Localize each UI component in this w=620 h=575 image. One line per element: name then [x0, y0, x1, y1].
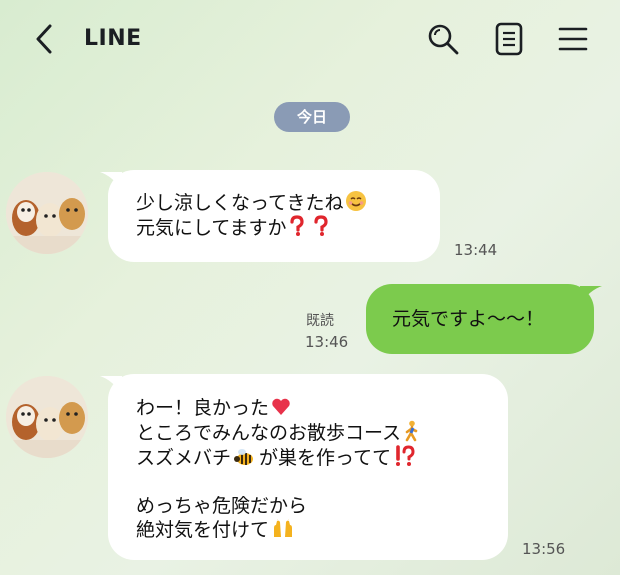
dogs-avatar-icon — [6, 172, 88, 254]
message-text-line: 少し涼しくなってきたね — [136, 192, 344, 214]
menu-icon[interactable] — [556, 22, 590, 56]
message-time: 13:44 — [454, 241, 498, 259]
chat-title: LINE — [84, 26, 142, 51]
walking-person-icon — [405, 420, 418, 442]
message-text-line: 元気ですよ～～！ — [392, 308, 545, 330]
message-text-line: ところでみんなのお散歩コース — [136, 422, 402, 444]
message-time: 13:56 — [522, 540, 566, 558]
message-text-line: わー！良かった — [136, 397, 270, 419]
message-time: 13:46 — [305, 333, 349, 351]
red-question-mark-icon — [290, 215, 305, 236]
avatar[interactable] — [6, 376, 88, 458]
received-message-bubble[interactable]: わー！良かった ところでみんなのお散歩コース スズメバチ が巣を作ってて めっちゃ… — [100, 374, 508, 560]
red-heart-icon — [272, 398, 290, 415]
hornet-icon — [234, 449, 254, 465]
raised-hands-icon — [274, 519, 293, 537]
bubble-tail — [100, 376, 122, 394]
dogs-avatar-icon — [6, 376, 88, 458]
exclamation-question-icon — [396, 445, 415, 466]
chat-header: LINE — [0, 0, 620, 80]
red-question-mark-icon — [314, 215, 329, 236]
received-message-bubble[interactable]: 少し涼しくなってきたね 元気にしてますか — [100, 170, 440, 262]
message-text-line: が巣を作ってて — [259, 447, 392, 469]
message-text-line: スズメバチ — [136, 447, 232, 469]
bubble-tail — [100, 172, 122, 190]
avatar[interactable] — [6, 172, 88, 254]
date-separator: 今日 — [274, 102, 350, 132]
read-receipt: 既読 — [306, 313, 334, 329]
notes-icon[interactable] — [493, 22, 527, 56]
back-arrow-icon[interactable] — [30, 22, 58, 56]
message-text-line: 元気にしてますか — [136, 217, 287, 239]
message-text-line: めっちゃ危険だから — [136, 495, 308, 517]
sent-message-bubble[interactable]: 元気ですよ～～！ — [366, 284, 602, 354]
smiling-face-icon — [346, 191, 367, 211]
bubble-tail — [580, 286, 602, 304]
message-text-line: 絶対気を付けて — [136, 519, 270, 541]
search-icon[interactable] — [426, 22, 460, 56]
